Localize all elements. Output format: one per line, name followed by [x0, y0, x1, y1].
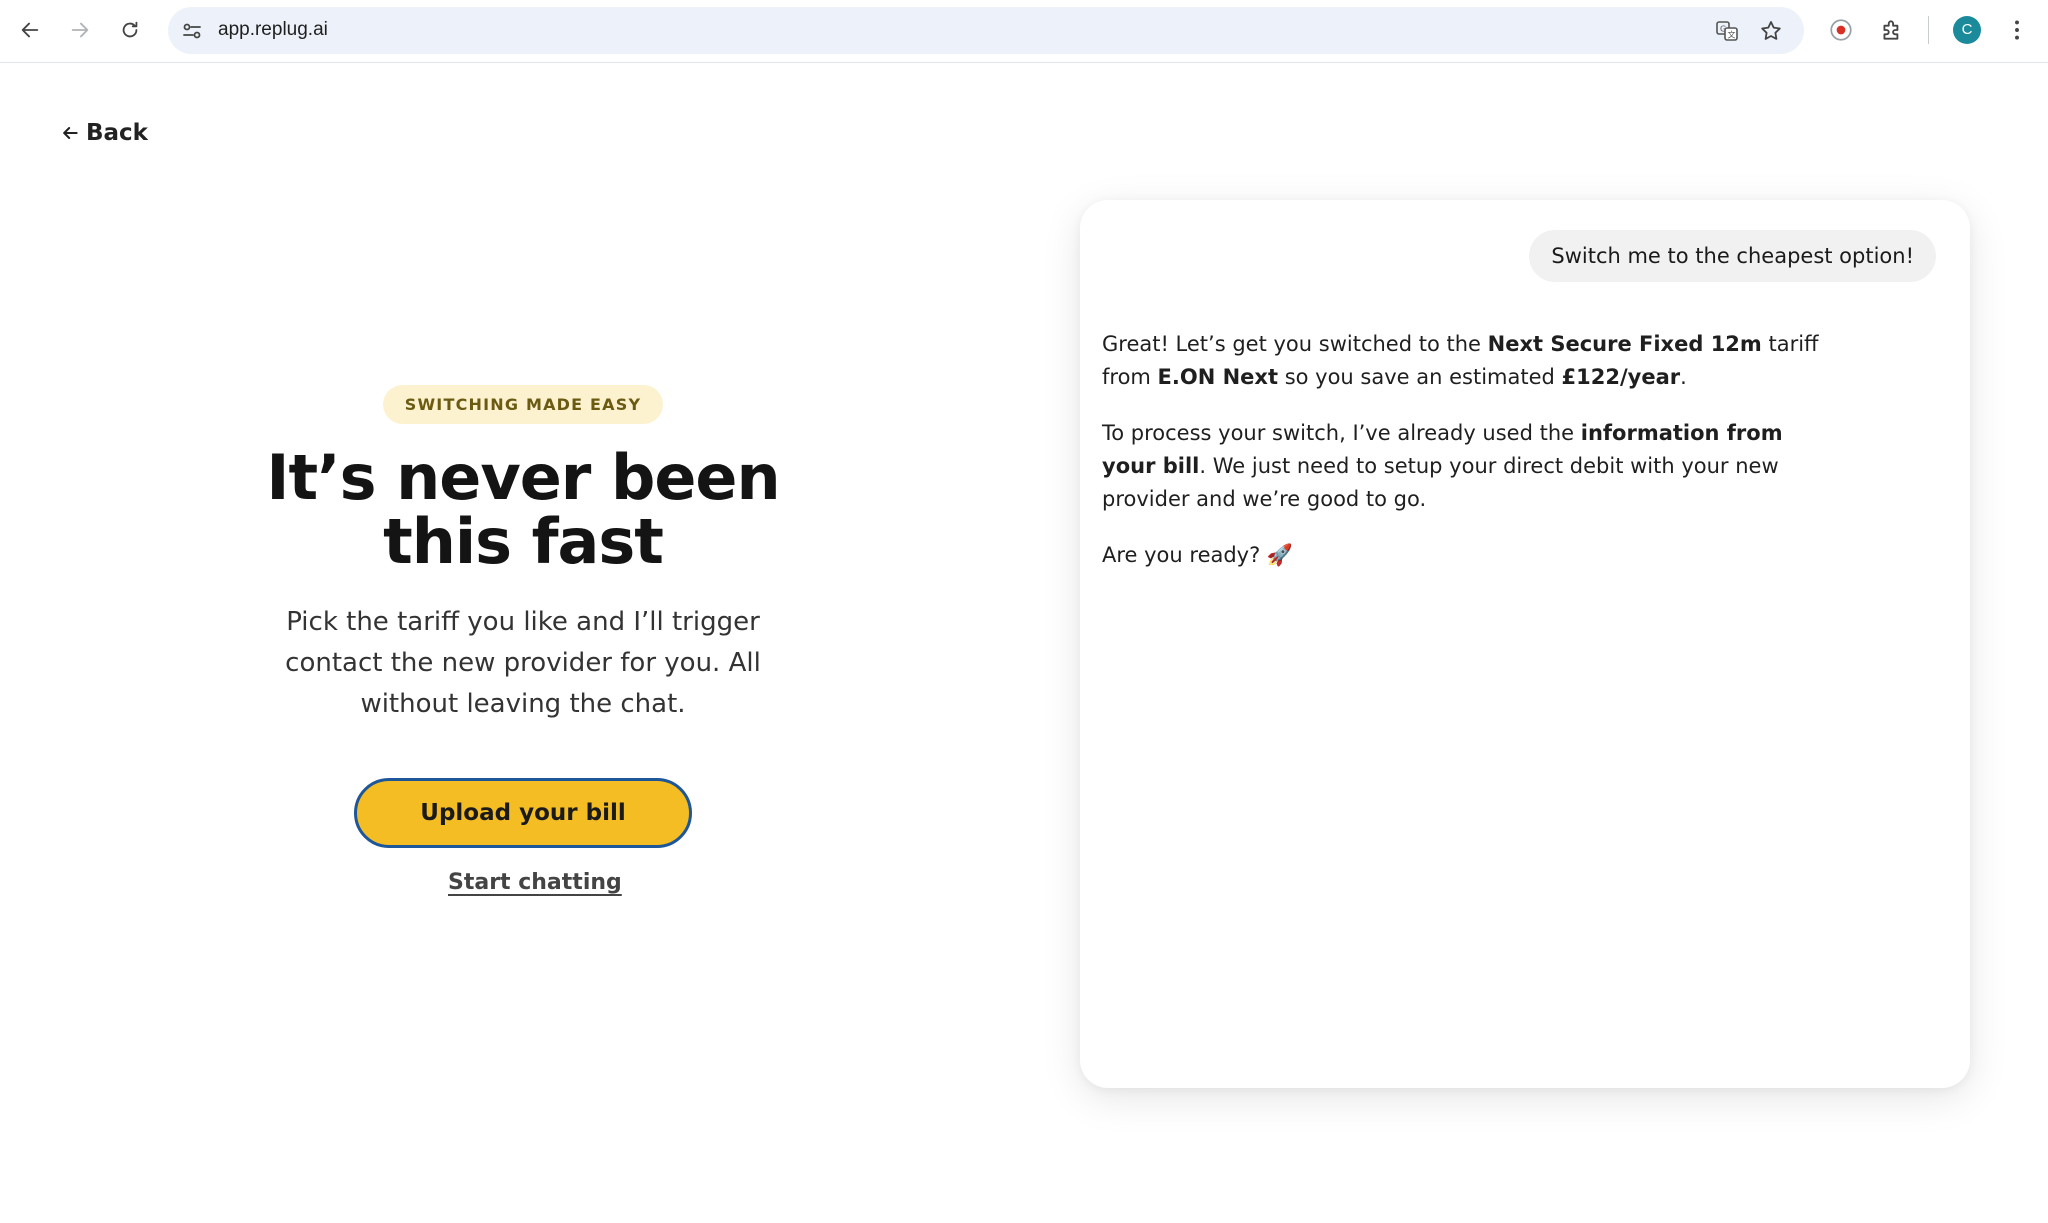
browser-toolbar: app.replug.ai G文 C	[0, 0, 2048, 63]
bookmark-star-icon[interactable]	[1758, 18, 1784, 44]
assistant-message: Great! Let’s get you switched to the Nex…	[1102, 328, 1822, 595]
assistant-paragraph-2: To process your switch, I’ve already use…	[1102, 417, 1822, 516]
forward-arrow-icon[interactable]	[64, 14, 96, 46]
text-span: .	[1680, 365, 1687, 389]
reload-icon[interactable]	[114, 14, 146, 46]
saving-amount: £122/year	[1561, 365, 1681, 389]
more-menu-icon[interactable]	[2002, 15, 2032, 45]
start-chatting-link[interactable]: Start chatting	[448, 870, 622, 895]
left-arrow-icon	[63, 127, 78, 139]
user-message-bubble: Switch me to the cheapest option!	[1529, 230, 1936, 282]
back-link[interactable]: Back	[60, 120, 148, 146]
text-span: Great! Let’s get you switched to the	[1102, 332, 1488, 356]
provider-name: E.ON Next	[1157, 365, 1279, 389]
profile-avatar[interactable]: C	[1953, 16, 1981, 44]
page-headline: It’s never been this fast	[230, 446, 816, 574]
upload-bill-button[interactable]: Upload your bill	[354, 778, 692, 848]
tariff-name: Next Secure Fixed 12m	[1487, 332, 1762, 356]
chat-panel: Switch me to the cheapest option! Great!…	[1080, 200, 1970, 1088]
headline-line-2: this fast	[383, 505, 664, 578]
feature-badge: SWITCHING MADE EASY	[382, 385, 664, 424]
assistant-paragraph-1: Great! Let’s get you switched to the Nex…	[1102, 328, 1822, 394]
hero-section: SWITCHING MADE EASY It’s never been this…	[230, 385, 816, 725]
back-label: Back	[86, 120, 148, 146]
address-bar[interactable]: app.replug.ai G文	[168, 7, 1804, 54]
headline-line-1: It’s never been	[266, 441, 780, 514]
url-text[interactable]: app.replug.ai	[218, 19, 328, 41]
extensions-icon[interactable]	[1877, 15, 1907, 45]
assistant-paragraph-3: Are you ready? 🚀	[1102, 543, 1294, 567]
text-span: . We just need to setup your direct debi…	[1102, 454, 1779, 511]
text-span: so you save an estimated	[1278, 365, 1562, 389]
toolbar-divider	[1928, 16, 1929, 44]
back-arrow-icon[interactable]	[14, 14, 46, 46]
site-settings-icon[interactable]	[180, 19, 204, 43]
text-span: To process your switch, I’ve already use…	[1102, 421, 1581, 445]
svg-text:文: 文	[1728, 30, 1736, 40]
hero-subtext: Pick the tariff you like and I’ll trigge…	[285, 607, 761, 719]
translate-icon[interactable]: G文	[1714, 18, 1740, 44]
record-icon[interactable]	[1826, 15, 1856, 45]
